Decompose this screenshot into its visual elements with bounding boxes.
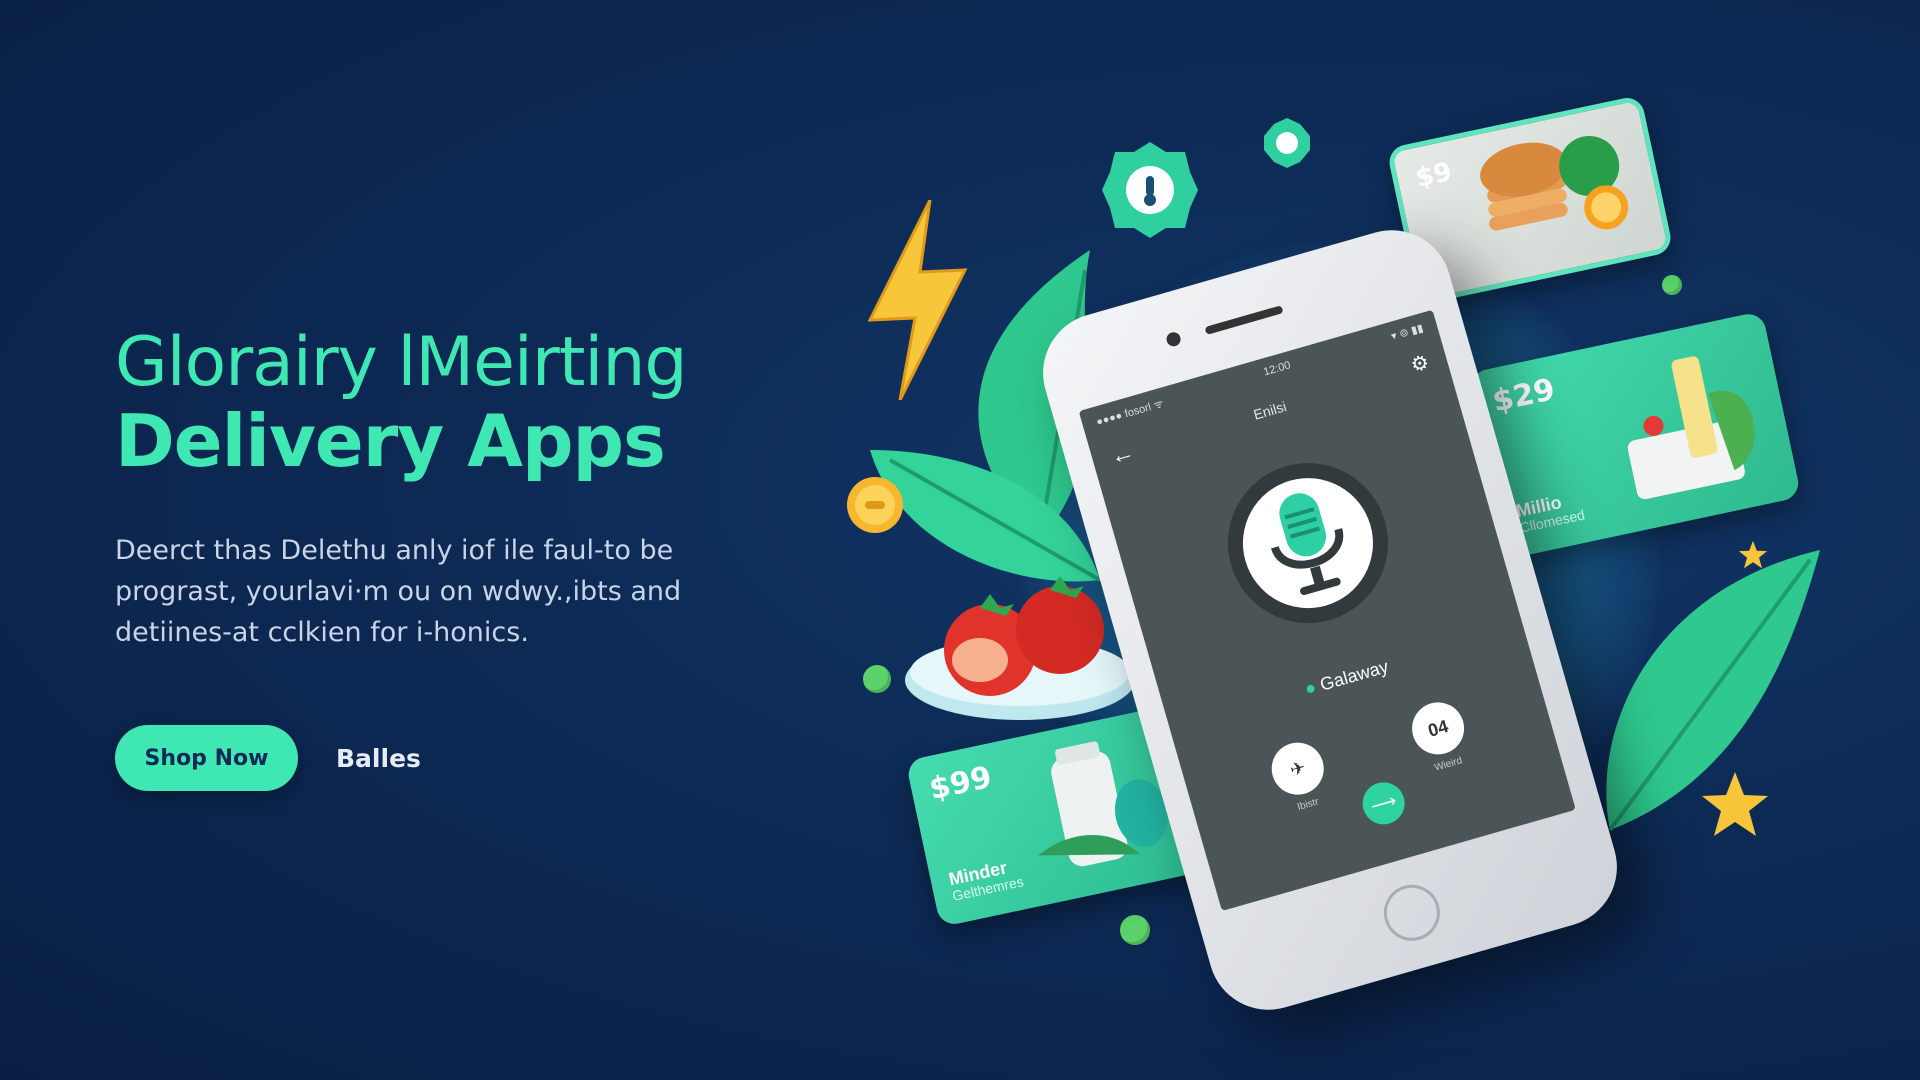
hero-section: Glorairy lMeirting Delivery Apps Deerct … — [115, 323, 755, 653]
coin-icon — [847, 477, 903, 533]
location-pin-icon: ● — [1302, 676, 1319, 700]
secondary-link[interactable]: Balles — [336, 744, 421, 773]
hero-description: Deerct thas Delethu anly iof ile faul-to… — [115, 534, 682, 648]
user-name: ● Galaway — [1167, 617, 1527, 739]
product-name: Millio Cllomesed — [1514, 489, 1586, 536]
lightning-icon — [867, 200, 968, 400]
small-badge-icon — [1264, 118, 1310, 168]
product-name: Minder Gelthemres — [947, 856, 1025, 904]
decorative-dot — [1120, 915, 1150, 945]
cta-row: Shop Now Balles — [115, 725, 421, 791]
left-action-label: Ibistr — [1296, 796, 1320, 813]
hero-illustration: $9 $29 Millio Cllomesed $99 Minder Gelth… — [820, 80, 1920, 1080]
arrow-right-icon: ⟶ — [1368, 789, 1399, 817]
status-time: 12:00 — [1262, 359, 1292, 379]
left-action-button[interactable]: ✈ — [1265, 736, 1330, 801]
decorative-dot — [1662, 275, 1682, 295]
voice-search-button[interactable] — [1208, 444, 1407, 643]
decorative-dot — [863, 665, 891, 693]
timer-badge-icon — [1102, 142, 1198, 238]
microphone-icon — [1271, 493, 1344, 596]
product-price: $9 — [1413, 157, 1455, 194]
product-price: $29 — [1489, 372, 1558, 420]
shop-now-button[interactable]: Shop Now — [115, 725, 298, 791]
right-action-button[interactable]: 04 — [1405, 696, 1471, 761]
go-button[interactable]: ⟶ — [1357, 777, 1410, 830]
scooter-icon: ✈ — [1287, 756, 1308, 780]
phone-camera — [1164, 330, 1183, 348]
star-icon — [1738, 540, 1768, 569]
mic-container — [1227, 462, 1389, 624]
hero-title-line2: Delivery Apps — [115, 399, 666, 484]
star-icon — [1702, 772, 1768, 836]
grocery-bag-icon — [1627, 356, 1755, 500]
bread-icon — [1480, 135, 1629, 231]
status-right: ▾ ⊚ ▮▮ — [1389, 322, 1425, 343]
user-name-text: Galaway — [1317, 656, 1391, 695]
right-action-label: Wieird — [1433, 755, 1464, 774]
hero-title: Glorairy lMeirting Delivery Apps — [115, 323, 755, 484]
status-left: ●●●● fosorl ᯤ — [1094, 397, 1166, 429]
home-button[interactable] — [1377, 878, 1447, 948]
product-price: $99 — [926, 759, 995, 808]
hero-title-line1: Glorairy lMeirting — [115, 323, 688, 402]
phone-speaker — [1204, 305, 1284, 335]
